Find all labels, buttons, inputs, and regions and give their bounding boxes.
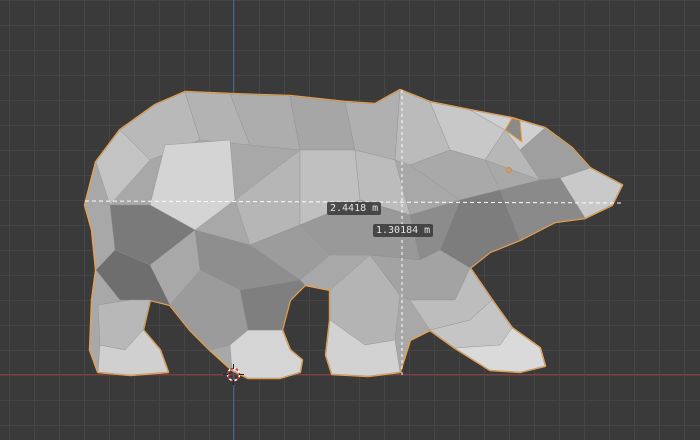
- bear-model[interactable]: [0, 0, 700, 440]
- height-measure-label: 1.30184 m: [373, 224, 434, 237]
- bear-facets: [95, 89, 623, 379]
- 3d-cursor-icon[interactable]: [223, 364, 244, 385]
- 3d-viewport[interactable]: 2.4418 m 1.30184 m: [0, 0, 700, 440]
- width-measure-label: 2.4418 m: [327, 202, 382, 215]
